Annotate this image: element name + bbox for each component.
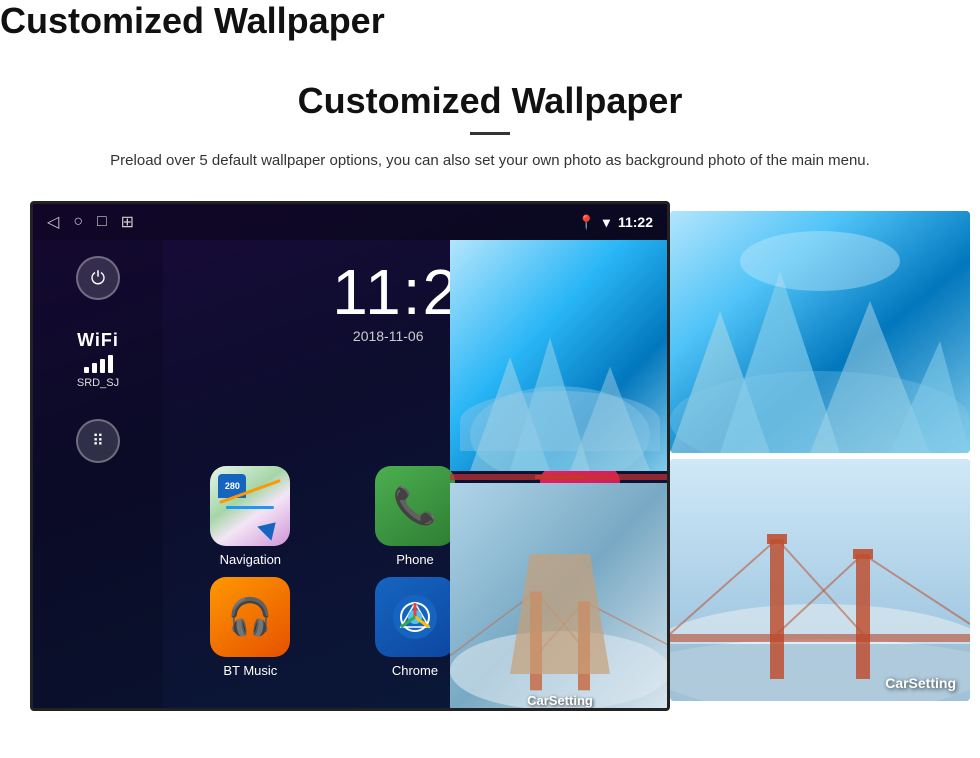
wifi-widget: WiFi SRD_SJ [77,330,119,389]
wifi-bar-4 [108,355,113,373]
screenshot-nav-icon[interactable]: ⊞ [121,212,134,232]
title-divider [470,132,510,135]
nav-route [226,506,274,509]
wifi-bar-3 [100,359,105,373]
wallpaper-top-preview [450,240,670,471]
header-section: Customized Wallpaper [0,0,980,42]
wallpaper-card-ice[interactable] [670,211,970,453]
navigation-label: Navigation [220,552,281,567]
page-title: Customized Wallpaper [0,0,980,42]
wifi-bars [77,355,119,373]
status-bar: ◁ ○ □ ⊞ 📍 ▾ 11:22 [33,204,667,240]
chrome-icon [375,577,455,657]
app-item-btmusic[interactable]: 🎧 BT Music [173,577,328,678]
home-nav-icon[interactable]: ○ [73,213,83,231]
wallpaper-bottom-preview: CarSetting [450,483,670,711]
carsetting-label: CarSetting [450,693,670,708]
wifi-signal-icon: ▾ [603,214,610,231]
bt-music-icon: 🎧 [210,577,290,657]
location-icon: 📍 [577,214,594,231]
nav-arrow [258,515,283,540]
power-button[interactable]: ⏻ [76,256,120,300]
wifi-ssid: SRD_SJ [77,377,119,389]
android-screen: ◁ ○ □ ⊞ 📍 ▾ 11:22 ⏻ WiFi [30,201,670,711]
phone-label: Phone [396,552,434,567]
status-time: 11:22 [618,214,653,230]
wallpaper-preview-strip: CarSetting [450,240,670,711]
wallpaper-card-bridge[interactable]: CarSetting [670,459,970,701]
recents-nav-icon[interactable]: □ [97,213,107,231]
status-bar-left: ◁ ○ □ ⊞ [47,212,134,232]
all-apps-button[interactable]: ⠿ [76,419,120,463]
header-description: Preload over 5 default wallpaper options… [80,149,900,173]
carsetting-wallpaper-label: CarSetting [885,675,956,691]
wifi-bar-2 [92,363,97,373]
wifi-bar-1 [84,367,89,373]
stripe-element [535,475,585,479]
left-sidebar: ⏻ WiFi SRD_SJ ⠿ [33,240,163,711]
main-content: ◁ ○ □ ⊞ 📍 ▾ 11:22 ⏻ WiFi [0,201,980,711]
navigation-icon: 280 [210,466,290,546]
app-item-navigation[interactable]: 280 Navigation [173,466,328,567]
main-title: Customized Wallpaper [60,80,920,122]
back-nav-icon[interactable]: ◁ [47,212,59,232]
screen-body: ⏻ WiFi SRD_SJ ⠿ 11:22 [33,240,667,711]
wifi-label: WiFi [77,330,119,351]
phone-icon: 📞 [375,466,455,546]
chrome-label: Chrome [392,663,438,678]
clock-date-value: 2018-11-06 [353,328,424,344]
btmusic-label: BT Music [223,663,277,678]
status-bar-right: 📍 ▾ 11:22 [577,214,653,231]
wallpaper-stripe [450,474,670,480]
right-panel: CarSetting [670,201,970,711]
